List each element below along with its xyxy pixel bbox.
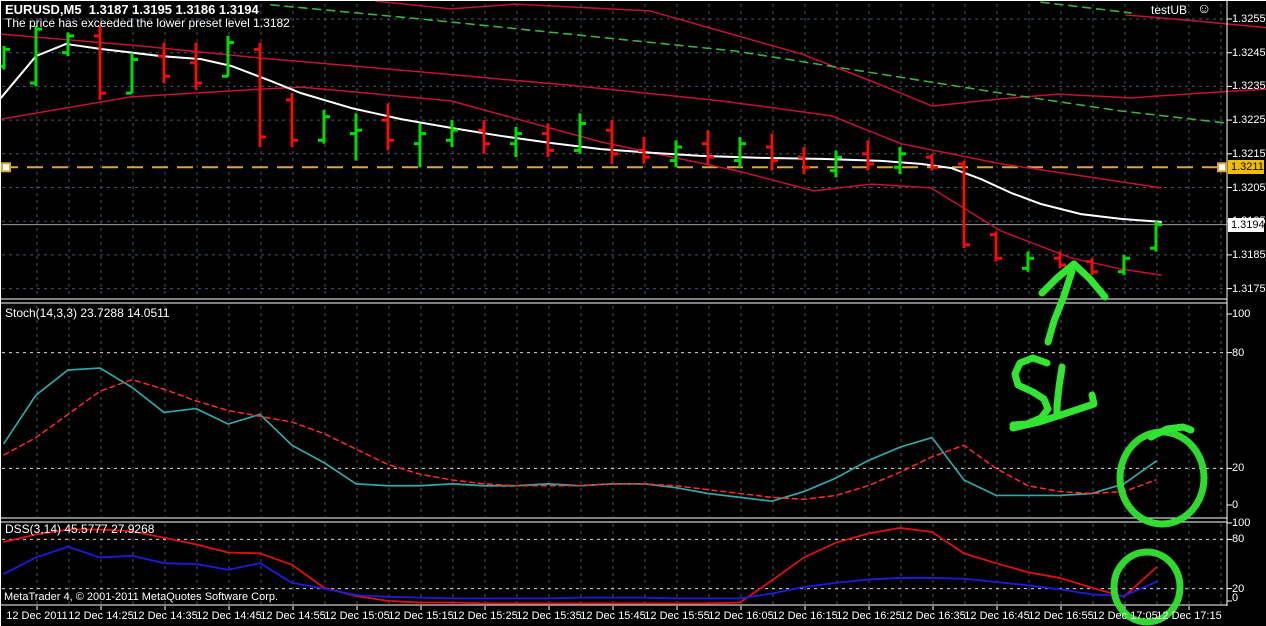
time-label: 12 Dec 15:55	[644, 610, 709, 622]
price-tick-label: 1.3205	[1232, 182, 1266, 194]
indicator-badge: testUB	[1151, 4, 1187, 17]
stoch-signal-line	[4, 380, 1156, 500]
green-trend-dashed-line-2	[1041, 2, 1131, 13]
band-upper-line	[376, 1, 1266, 106]
time-label: 12 Dec 16:55	[1028, 610, 1093, 622]
time-label: 12 Dec 15:25	[452, 610, 517, 622]
time-label: 12 Dec 2011	[6, 610, 68, 622]
alert-message: The price has exceeded the lower preset …	[5, 17, 290, 30]
price-tick-label: 1.3215	[1232, 148, 1266, 160]
time-label: 12 Dec 16:15	[772, 610, 837, 622]
price-tick-label: 1.3185	[1232, 249, 1266, 261]
time-label: 12 Dec 15:35	[516, 610, 581, 622]
time-label: 12 Dec 16:35	[900, 610, 965, 622]
stoch-tick-label: 20	[1232, 462, 1244, 474]
stoch-tick-label: 80	[1232, 347, 1244, 359]
time-label: 12 Dec 15:15	[388, 610, 453, 622]
copyright-text: MetaTrader 4, © 2001-2011 MetaQuotes Sof…	[4, 591, 278, 604]
time-label: 12 Dec 16:05	[708, 610, 773, 622]
price-tick-label: 1.3225	[1232, 114, 1266, 126]
time-label: 12 Dec 15:05	[324, 610, 389, 622]
dss-tick-label: 100	[1232, 517, 1250, 529]
annotation-stroke-arrow-right-wing	[1074, 264, 1105, 297]
time-label: 12 Dec 14:55	[260, 610, 325, 622]
alert-level-price-tag: 1.3211	[1228, 160, 1264, 174]
stoch-tick-label: 100	[1232, 308, 1250, 320]
price-tick-label: 1.3175	[1232, 283, 1266, 295]
time-label: 12 Dec 15:45	[580, 610, 645, 622]
stochastic-indicator-label: Stoch(14,3,3) 23.7288 14.0511	[5, 307, 170, 320]
price-tick-label: 1.3255	[1232, 13, 1266, 25]
dss-tick-label: 80	[1232, 533, 1244, 545]
chart-canvas[interactable]	[1, 1, 1266, 626]
mt4-chart-window: EURUSD,M5 1.3187 1.3195 1.3186 1.3194 Th…	[0, 0, 1266, 626]
symbol-title: EURUSD,M5 1.3187 1.3195 1.3186 1.3194	[5, 3, 259, 16]
dss-tick-label: 0	[1232, 592, 1238, 604]
annotation-stroke-letter-s	[1013, 358, 1048, 425]
price-tick-label: 1.3235	[1232, 80, 1266, 92]
dss-indicator-label: DSS(3,14) 45.5777 27.9268	[5, 523, 154, 536]
time-label: 12 Dec 17:05	[1092, 610, 1157, 622]
smiley-icon: ☺	[1197, 2, 1211, 15]
time-label: 12 Dec 16:45	[964, 610, 1029, 622]
time-label: 12 Dec 14:45	[196, 610, 261, 622]
time-label: 12 Dec 17:15	[1156, 610, 1221, 622]
time-label: 12 Dec 14:25	[68, 610, 133, 622]
bid-price-tag: 1.3194	[1228, 218, 1264, 232]
price-tick-label: 1.3245	[1232, 47, 1266, 59]
alert-marker-left	[2, 163, 10, 171]
stoch-tick-label: 0	[1232, 499, 1238, 511]
stoch-main-line	[4, 368, 1156, 501]
time-label: 12 Dec 14:35	[132, 610, 197, 622]
alert-marker-right	[1218, 163, 1226, 171]
time-label: 12 Dec 16:25	[836, 610, 901, 622]
